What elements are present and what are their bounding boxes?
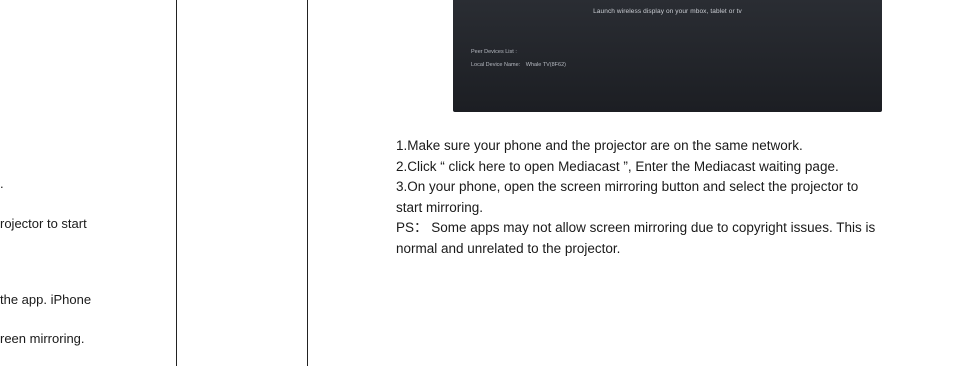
- ps-note-line-2: normal and unrelated to the projector.: [396, 240, 621, 256]
- instruction-step-1: 1.Make sure your phone and the projector…: [396, 138, 803, 153]
- instruction-step-3-line-2: start mirroring.: [396, 199, 484, 215]
- peer-devices-list-label: Peer Devices List :: [471, 49, 517, 55]
- instruction-step-2: 2.Click “ click here to open Mediacast ”…: [396, 158, 839, 174]
- mediacast-screen-image: Launch wireless display on your mbox, ta…: [453, 0, 882, 112]
- mirroring-instructions: 1.Make sure your phone and the projector…: [396, 136, 956, 259]
- left-fragment-2: rojector to start: [0, 216, 87, 231]
- middle-blank-column: [177, 0, 307, 366]
- left-fragment-1: .: [0, 176, 4, 191]
- left-fragment-4: reen mirroring.: [0, 331, 85, 346]
- local-device-value: Whale TV(8F62): [525, 62, 566, 68]
- launch-wireless-display-text: Launch wireless display on your mbox, ta…: [593, 8, 742, 15]
- ps-note-line-1: PS： Some apps may not allow screen mirro…: [396, 220, 876, 235]
- left-fragment-3: the app. iPhone: [0, 292, 92, 307]
- column-divider-right: [307, 0, 308, 366]
- left-column-text: . rojector to start the app. iPhone reen…: [0, 0, 176, 366]
- local-device-name: Local Device Name: Whale TV(8F62): [471, 62, 566, 68]
- local-device-label: Local Device Name:: [471, 62, 521, 68]
- instruction-step-3-line-1: 3.On your phone, open the screen mirrori…: [396, 179, 859, 194]
